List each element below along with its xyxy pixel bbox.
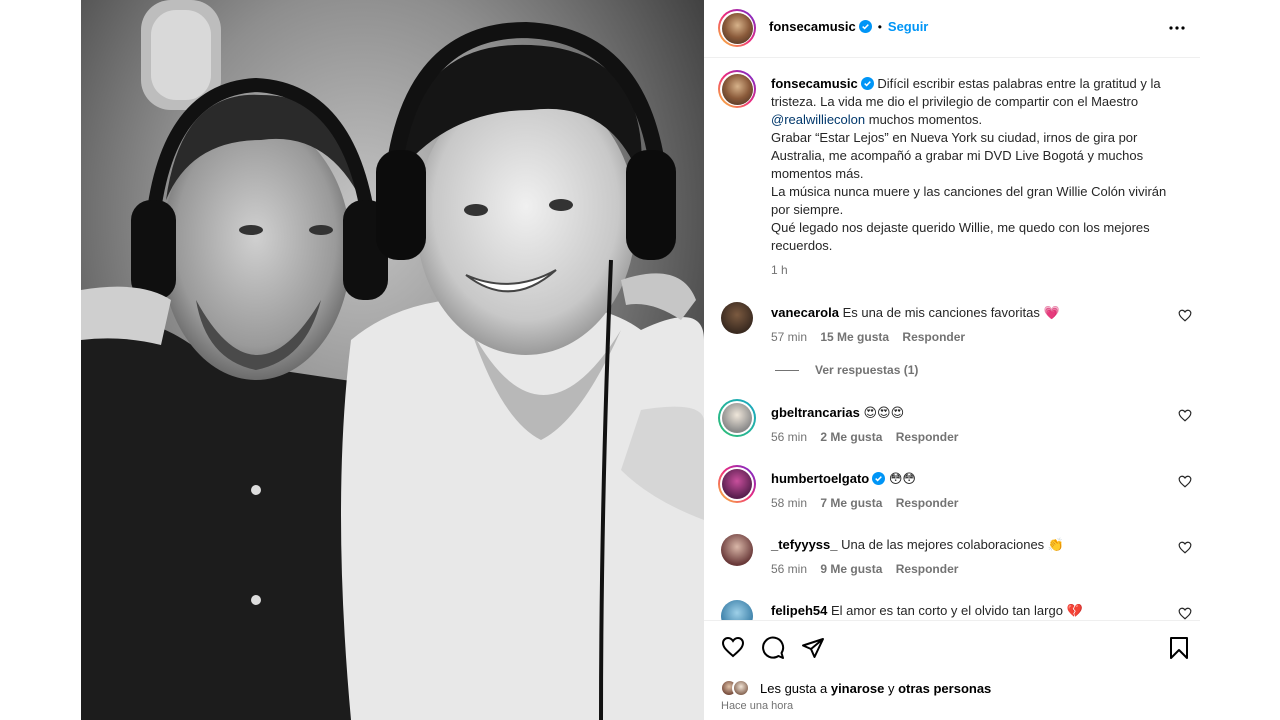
commenter-avatar[interactable]	[721, 600, 753, 620]
author-avatar[interactable]	[718, 9, 756, 47]
caption-line2: Grabar “Estar Lejos” en Nueva York su ci…	[771, 130, 1144, 181]
comment-username[interactable]: _tefyyyss_	[771, 537, 838, 552]
caption-timestamp[interactable]: 1 h	[771, 263, 788, 277]
separator-dot: •	[877, 19, 882, 34]
like-heart-icon[interactable]	[721, 636, 745, 658]
comment-time[interactable]: 58 min	[771, 496, 807, 510]
comment-item: gbeltrancarias 😍😍😍 56 min 2 Me gusta Res…	[704, 399, 1200, 461]
comment-item: felipeh54 El amor es tan corto y el olvi…	[704, 599, 1200, 620]
view-replies-label: Ver respuestas (1)	[815, 363, 919, 377]
comment-likes[interactable]: 2 Me gusta	[820, 430, 882, 444]
comment-text: El amor es tan corto y el olvido tan lar…	[830, 603, 1083, 618]
photo-illustration	[81, 0, 704, 720]
like-comment-heart-icon[interactable]	[1178, 541, 1192, 554]
post-actions: Les gusta a yinarose y otras personas Ha…	[704, 620, 1200, 720]
reply-button[interactable]: Responder	[902, 330, 965, 344]
post-caption: fonsecamusic Difícil escribir estas pala…	[771, 75, 1181, 255]
like-comment-heart-icon[interactable]	[1178, 607, 1192, 620]
share-send-icon[interactable]	[801, 636, 825, 660]
comment-username[interactable]: vanecarola	[771, 305, 839, 320]
author-username[interactable]: fonsecamusic	[769, 19, 856, 34]
commenter-avatar[interactable]	[721, 534, 753, 566]
likers-avatars[interactable]	[720, 678, 754, 698]
like-comment-heart-icon[interactable]	[1178, 475, 1192, 488]
verified-badge-icon	[872, 472, 886, 485]
commenter-avatar[interactable]	[718, 399, 756, 437]
verified-badge-icon	[858, 20, 872, 33]
likes-summary: Les gusta a yinarose y otras personas	[720, 678, 991, 698]
caption-username[interactable]: fonsecamusic	[771, 76, 858, 91]
more-options-icon[interactable]	[1168, 20, 1186, 36]
reply-button[interactable]: Responder	[896, 496, 959, 510]
caption-line3: La música nunca muere y las canciones de…	[771, 184, 1167, 217]
comment-text: 😳😳	[888, 471, 916, 486]
caption-line4: Qué legado nos dejaste querido Willie, m…	[771, 220, 1150, 253]
like-comment-heart-icon[interactable]	[1178, 309, 1192, 322]
comment-username[interactable]: felipeh54	[771, 603, 827, 618]
liker-username[interactable]: yinarose	[831, 681, 884, 696]
post-photo[interactable]	[81, 0, 704, 720]
comment-item: _tefyyyss_ Una de las mejores colaboraci…	[704, 533, 1200, 593]
caption-line1-tail: muchos momentos.	[865, 112, 983, 127]
reply-button[interactable]: Responder	[896, 430, 959, 444]
view-replies-button[interactable]: Ver respuestas (1)	[775, 363, 918, 377]
likes-middle: y	[887, 680, 895, 696]
comment-likes[interactable]: 9 Me gusta	[820, 562, 882, 576]
follow-button[interactable]: Seguir	[888, 19, 928, 34]
commenter-avatar[interactable]	[721, 302, 753, 334]
comment-text: Una de las mejores colaboraciones 👏	[841, 537, 1064, 552]
mention-link[interactable]: @realwilliecolon	[771, 112, 865, 127]
comment-item: vanecarola Es una de mis canciones favor…	[704, 301, 1200, 361]
post-header: fonsecamusic • Seguir	[704, 0, 1200, 58]
comment-time[interactable]: 56 min	[771, 430, 807, 444]
comment-time[interactable]: 56 min	[771, 562, 807, 576]
caption-author-avatar[interactable]	[718, 70, 756, 108]
comment-likes[interactable]: 7 Me gusta	[820, 496, 882, 510]
comment-username[interactable]: humbertoelgato	[771, 471, 869, 486]
comment-time[interactable]: 57 min	[771, 330, 807, 344]
like-comment-heart-icon[interactable]	[1178, 409, 1192, 422]
likes-others-link[interactable]: otras personas	[898, 681, 991, 696]
post-side-panel: fonsecamusic • Seguir fonsecamusic Difíc…	[704, 0, 1200, 720]
likes-prefix: Les gusta a	[760, 680, 828, 696]
commenter-avatar[interactable]	[718, 465, 756, 503]
comment-username[interactable]: gbeltrancarias	[771, 405, 860, 420]
save-bookmark-icon[interactable]	[1169, 636, 1189, 660]
comment-item: humbertoelgato 😳😳 58 min 7 Me gusta Resp…	[704, 465, 1200, 527]
reply-button[interactable]: Responder	[896, 562, 959, 576]
verified-badge-icon	[860, 77, 874, 90]
post-time-ago[interactable]: Hace una hora	[721, 700, 793, 712]
comment-text: 😍😍😍	[863, 405, 905, 420]
comment-bubble-icon[interactable]	[761, 636, 785, 660]
comment-likes[interactable]: 15 Me gusta	[820, 330, 889, 344]
comment-text: Es una de mis canciones favoritas 💗	[842, 305, 1060, 320]
